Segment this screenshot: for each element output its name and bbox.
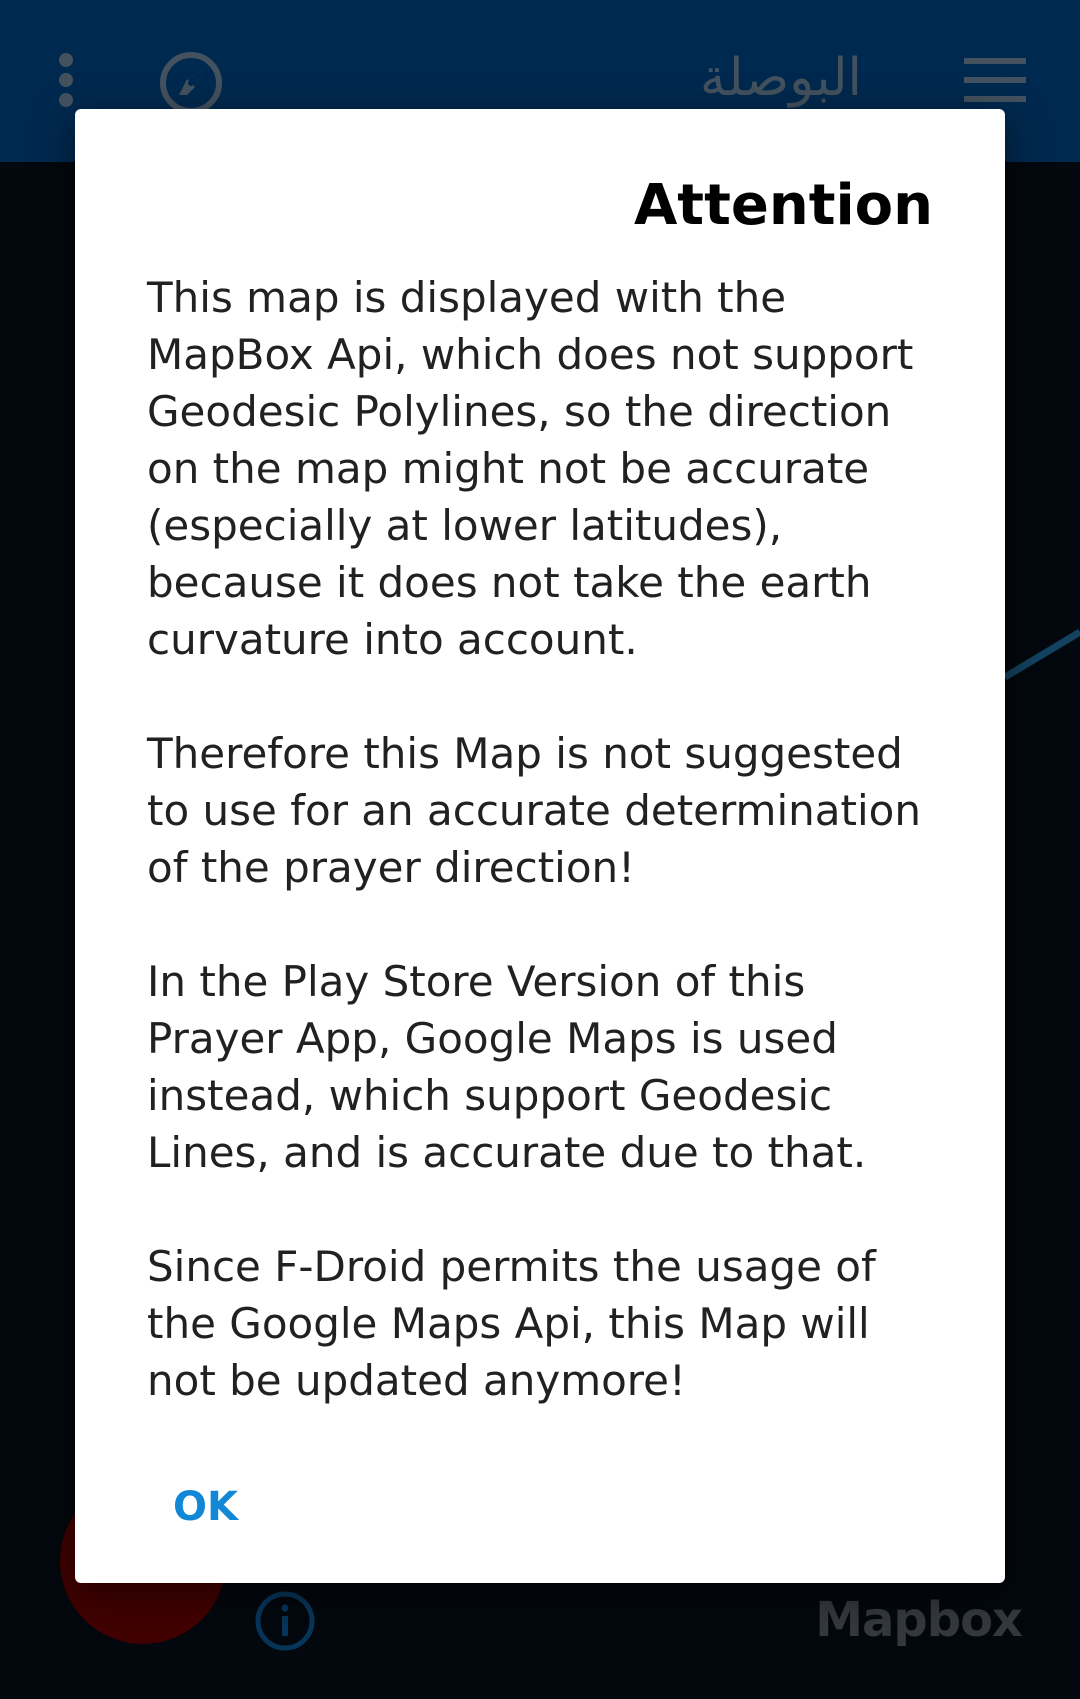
dialog-text-line: Therefore this Map is not suggested [147, 729, 903, 778]
dialog-text-line: In the Play Store Version of this [147, 957, 806, 1006]
dialog-message: This map is displayed with the MapBox Ap… [147, 269, 947, 1466]
dialog-text-line: instead, which support Geodesic [147, 1071, 833, 1120]
dialog-paragraph: Since F-Droid permits the usage of the G… [147, 1238, 947, 1409]
dialog-paragraph: Therefore this Map is not suggested to u… [147, 725, 947, 896]
dialog-text-line: on the map might not be accurate [147, 444, 870, 493]
ok-button[interactable]: OK [173, 1477, 238, 1537]
dialog-text-line: (especially at lower latitudes), [147, 501, 783, 550]
dialog-text-line: curvature into account. [147, 615, 638, 664]
dialog-paragraph: In the Play Store Version of this Prayer… [147, 953, 947, 1181]
attention-dialog: Attention This map is displayed with the… [75, 109, 1005, 1583]
dialog-text-line: Since F-Droid permits the usage of [147, 1242, 876, 1291]
dialog-text-line: of the prayer direction! [147, 843, 635, 892]
dialog-text-line: Geodesic Polylines, so the direction [147, 387, 892, 436]
dialog-text-line: Prayer App, Google Maps is used [147, 1014, 838, 1063]
dialog-title: Attention [633, 173, 933, 238]
dialog-text-line: MapBox Api, which does not support [147, 330, 914, 379]
dialog-text-line: because it does not take the earth [147, 558, 872, 607]
dialog-text-line: Lines, and is accurate due to that. [147, 1128, 867, 1177]
dialog-text-line: to use for an accurate determination [147, 786, 921, 835]
dialog-paragraph: This map is displayed with the MapBox Ap… [147, 269, 947, 668]
dialog-text-line: This map is displayed with the [147, 273, 787, 322]
dialog-text-line: not be updated anymore! [147, 1356, 686, 1405]
dialog-text-line: the Google Maps Api, this Map will [147, 1299, 870, 1348]
